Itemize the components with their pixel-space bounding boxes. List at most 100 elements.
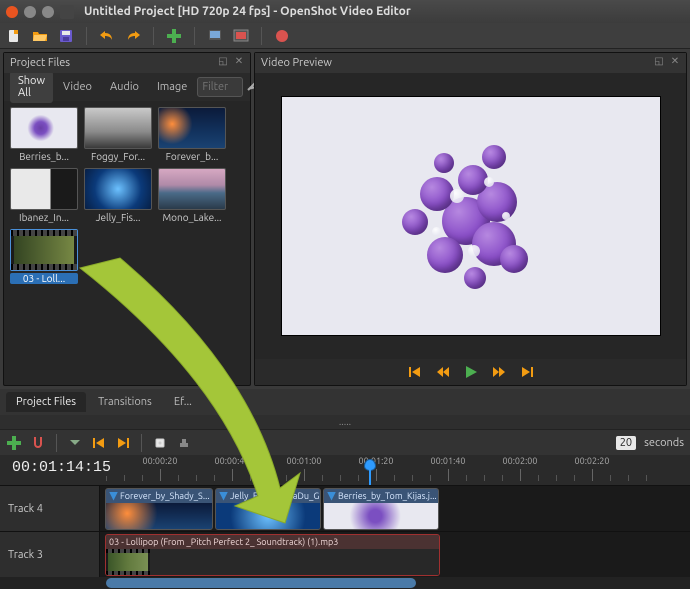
timeline-options-icon[interactable] [176, 435, 192, 451]
window-maximize-button[interactable] [42, 6, 54, 18]
track-body[interactable]: 03 - Lollipop (From _Pitch Perfect 2_ So… [100, 532, 690, 577]
thumbnail-image [158, 107, 226, 149]
file-thumb[interactable]: Foggy_For... [84, 107, 152, 162]
panel-drag-handle[interactable]: ..... [0, 415, 690, 429]
file-thumb[interactable]: Berries_b... [10, 107, 78, 162]
add-track-icon[interactable] [6, 435, 22, 451]
transport-controls [255, 359, 686, 385]
timeline-scrollbar[interactable] [0, 577, 690, 589]
thumbnail-label: Mono_Lake... [158, 212, 226, 223]
file-thumb[interactable]: Ibanez_In... [10, 168, 78, 223]
video-preview-header: Video Preview ◱ ✕ [255, 53, 686, 73]
clip-label: 03 - Lollipop (From _Pitch Perfect 2_ So… [109, 537, 338, 547]
timeline-clip[interactable]: Jelly_Fish_by_RaDu_G... [215, 488, 321, 530]
filter-video[interactable]: Video [55, 77, 100, 97]
filter-image[interactable]: Image [149, 77, 195, 97]
filter-show-all[interactable]: Show All [10, 71, 53, 103]
panel-float-icon[interactable]: ◱ [652, 55, 666, 69]
tab-project-files[interactable]: Project Files [6, 392, 86, 412]
video-preview-panel: Video Preview ◱ ✕ [254, 52, 687, 386]
project-files-header: Project Files ◱ ✕ [4, 53, 250, 73]
export-icon[interactable] [274, 28, 290, 44]
clip-marker-icon [109, 492, 118, 501]
next-marker-icon[interactable] [115, 435, 131, 451]
preview-viewport [255, 73, 686, 359]
snap-icon[interactable] [30, 435, 46, 451]
scrollbar-thumb[interactable] [106, 578, 416, 588]
file-thumb[interactable]: Forever_b... [158, 107, 226, 162]
panel-close-icon[interactable]: ✕ [232, 55, 246, 69]
thumbnail-image [158, 168, 226, 210]
window-titlebar: Untitled Project [HD 720p 24 fps] - Open… [0, 0, 690, 23]
track-row: Track 3 03 - Lollipop (From _Pitch Perfe… [0, 531, 690, 577]
timeline: 00:01:14:15 00:00:20 00:00:40 00:01:00 00:0… [0, 455, 690, 589]
clip-label: Berries_by_Tom_Kijas.j... [338, 491, 437, 501]
jump-end-icon[interactable] [518, 363, 536, 381]
track-row: Track 4 Forever_by_Shady_S... Jelly_Fish… [0, 485, 690, 531]
window-title: Untitled Project [HD 720p 24 fps] - Open… [84, 5, 411, 18]
fast-forward-icon[interactable] [490, 363, 508, 381]
project-files-title: Project Files [10, 57, 70, 69]
window-minimize-button[interactable] [24, 6, 36, 18]
thumbnail-image [10, 168, 78, 210]
ruler-tick-label: 00:00:40 [215, 456, 250, 466]
profiles-icon[interactable] [207, 28, 223, 44]
fullscreen-icon[interactable] [233, 28, 249, 44]
thumbnail-label: 03 - Loll... [10, 273, 78, 284]
window-close-button[interactable] [6, 6, 18, 18]
preview-canvas [281, 96, 661, 336]
timeline-clip-audio[interactable]: 03 - Lollipop (From _Pitch Perfect 2_ So… [105, 534, 440, 576]
thumbnail-image [10, 229, 78, 271]
file-thumb[interactable]: Mono_Lake... [158, 168, 226, 223]
thumbnail-image [84, 168, 152, 210]
timeline-clip[interactable]: Forever_by_Shady_S... [105, 488, 213, 530]
clip-marker-icon [219, 492, 228, 501]
panel-close-icon[interactable]: ✕ [668, 55, 682, 69]
filter-audio[interactable]: Audio [102, 77, 147, 97]
import-files-icon[interactable] [166, 28, 182, 44]
thumbnail-label: Berries_b... [10, 151, 78, 162]
track-body[interactable]: Forever_by_Shady_S... Jelly_Fish_by_RaDu… [100, 486, 690, 531]
jump-start-icon[interactable] [406, 363, 424, 381]
open-project-icon[interactable] [32, 28, 48, 44]
video-preview-title: Video Preview [261, 57, 332, 69]
track-label: Track 4 [8, 503, 43, 515]
play-icon[interactable] [462, 363, 480, 381]
track-header[interactable]: Track 4 [0, 486, 100, 531]
thumbnail-image [10, 107, 78, 149]
track-label: Track 3 [8, 549, 43, 561]
redo-icon[interactable] [125, 28, 141, 44]
save-project-icon[interactable] [58, 28, 74, 44]
project-files-grid: Berries_b... Foggy_For... Forever_b... I… [4, 101, 250, 385]
undo-icon[interactable] [99, 28, 115, 44]
app-icon [60, 5, 74, 19]
tab-effects[interactable]: Ef... [164, 392, 202, 412]
tab-transitions[interactable]: Transitions [88, 392, 162, 412]
thumbnail-label: Foggy_For... [84, 151, 152, 162]
new-project-icon[interactable] [6, 28, 22, 44]
ruler-tick-label: 00:00:20 [143, 456, 178, 466]
file-thumb[interactable]: Jelly_Fis... [84, 168, 152, 223]
rewind-icon[interactable] [434, 363, 452, 381]
thumbnail-label: Forever_b... [158, 151, 226, 162]
clip-label: Jelly_Fish_by_RaDu_G... [230, 491, 320, 501]
ruler-tick-label: 00:02:00 [503, 456, 538, 466]
timeline-ruler[interactable]: 00:01:14:15 00:00:20 00:00:40 00:01:00 00:0… [0, 455, 690, 485]
project-files-panel: Project Files ◱ ✕ Show All Video Audio I… [3, 52, 251, 386]
timeline-toolbar: 20 seconds [0, 429, 690, 455]
clip-marker-icon [327, 492, 336, 501]
file-thumb-selected[interactable]: 03 - Loll... [10, 229, 78, 284]
filter-input[interactable] [197, 77, 243, 97]
prev-marker-icon[interactable] [91, 435, 107, 451]
track-header[interactable]: Track 3 [0, 532, 100, 577]
ruler-tick-label: 00:01:00 [287, 456, 322, 466]
center-playhead-icon[interactable] [152, 435, 168, 451]
panel-float-icon[interactable]: ◱ [216, 55, 230, 69]
razor-dropdown-icon[interactable] [67, 435, 83, 451]
clip-label: Forever_by_Shady_S... [120, 491, 210, 501]
zoom-seconds-value[interactable]: 20 [616, 436, 636, 450]
timecode-display: 00:01:14:15 [8, 459, 115, 476]
timeline-clip[interactable]: Berries_by_Tom_Kijas.j... [323, 488, 439, 530]
playhead[interactable] [364, 459, 376, 481]
ruler-tick-label: 00:01:40 [431, 456, 466, 466]
